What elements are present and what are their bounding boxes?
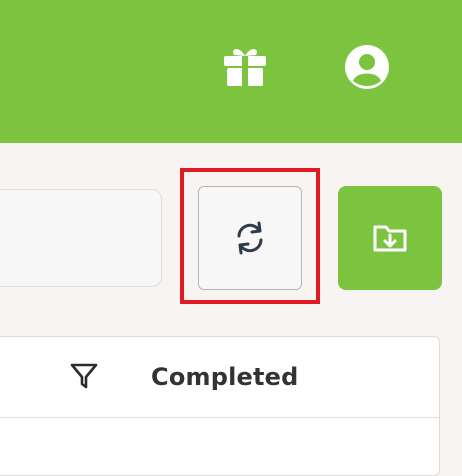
search-input[interactable] [0,189,162,287]
export-button[interactable] [338,186,442,290]
column-header-completed[interactable]: Completed [151,363,299,391]
gift-icon[interactable] [222,42,268,88]
top-navigation-bar [0,0,462,143]
refresh-icon [237,221,263,255]
refresh-button[interactable] [198,186,302,290]
filter-icon[interactable] [69,361,99,391]
data-table: Completed [0,336,440,476]
user-avatar-icon[interactable] [344,44,390,90]
table-header: Completed [0,337,439,418]
folder-download-icon [373,225,407,252]
